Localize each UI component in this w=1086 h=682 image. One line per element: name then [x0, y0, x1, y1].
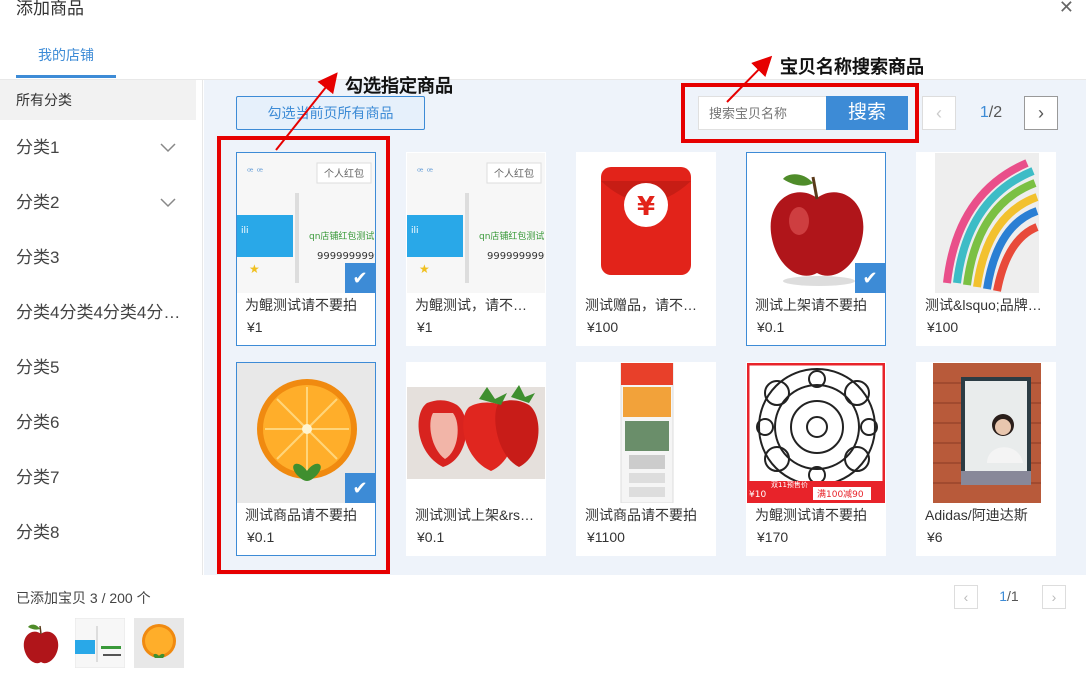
- product-card[interactable]: ✔ 测试上架请不要拍 ¥0.1: [746, 152, 886, 346]
- product-image: ꟹ ꟹ 个人红包 ili qn店铺红包测试 9999999999 ★: [407, 153, 545, 293]
- sidebar-item-label: 分类2: [16, 193, 60, 212]
- thumb-text: ¥10: [749, 490, 766, 500]
- sidebar-item-label: 分类3: [16, 248, 60, 267]
- footer-page-indicator: 1/1: [984, 588, 1034, 604]
- sidebar-item-category-3[interactable]: 分类3: [0, 230, 202, 285]
- prev-page-button[interactable]: ‹: [922, 96, 956, 130]
- thumb-text: ꟹ ꟹ: [417, 167, 434, 178]
- sidebar-item-label: 分类4分类4分类4分类4: [16, 303, 188, 322]
- footer-page-current: 1: [999, 588, 1008, 604]
- thumb-text: 双11预售价: [771, 480, 808, 489]
- category-sidebar: 所有分类 分类1 分类2 分类3 分类4分类4分类4分类4 分类5 分类6 分类…: [0, 80, 203, 575]
- sidebar-item-category-8[interactable]: 分类8: [0, 505, 202, 560]
- thumb-text: 满100减90: [817, 488, 864, 500]
- annotation-box-search: [681, 83, 919, 143]
- product-card[interactable]: Adidas/阿迪达斯 ¥6: [916, 362, 1056, 556]
- sidebar-item-category-6[interactable]: 分类6: [0, 395, 202, 450]
- next-page-button[interactable]: ›: [1024, 96, 1058, 130]
- sidebar-item-label: 分类1: [16, 138, 60, 157]
- product-card[interactable]: 测试测试上架&rsquo; ¥0.1: [406, 362, 546, 556]
- product-card[interactable]: 测试&lsquo;品牌测试 ¥100: [916, 152, 1056, 346]
- thumb-text: qn店铺红包测试: [479, 230, 544, 242]
- product-name: 测试商品请不要拍: [585, 507, 697, 523]
- tab-my-store[interactable]: 我的店铺: [16, 32, 116, 78]
- product-card[interactable]: 双11预售价 ¥10 满100减90 为鲲测试请不要拍 ¥170: [746, 362, 886, 556]
- product-image: ¥: [577, 153, 715, 293]
- sidebar-item-category-5[interactable]: 分类5: [0, 340, 202, 395]
- product-price: ¥0.1: [757, 319, 785, 335]
- product-name: 为鲲测试，请不要拍: [415, 297, 539, 313]
- product-card[interactable]: 测试商品请不要拍 ¥1100: [576, 362, 716, 556]
- svg-text:★: ★: [419, 262, 430, 276]
- added-count: 已添加宝贝 3 / 200 个: [16, 590, 151, 606]
- added-thumb-orange[interactable]: [134, 618, 184, 668]
- page-total: /2: [988, 104, 1003, 121]
- product-card[interactable]: ¥ 测试赠品，请不要拍 ¥100: [576, 152, 716, 346]
- product-name: 测试&lsquo;品牌测试: [925, 297, 1049, 313]
- product-image: 双11预售价 ¥10 满100减90: [747, 363, 885, 503]
- footer-next-page-button[interactable]: ›: [1042, 585, 1066, 609]
- footer-page-total: /1: [1007, 588, 1019, 604]
- product-price: ¥0.1: [417, 529, 445, 545]
- product-card[interactable]: ꟹ ꟹ 个人红包 ili qn店铺红包测试 9999999999 ★ 为鲲测试，…: [406, 152, 546, 346]
- thumb-text: ¥: [637, 192, 655, 222]
- thumb-text: 9999999999: [487, 251, 545, 262]
- added-thumb-red-packet[interactable]: [75, 618, 125, 668]
- product-image: [577, 363, 715, 503]
- chevron-down-icon[interactable]: [160, 175, 176, 230]
- dialog-title: 添加商品: [16, 0, 84, 18]
- product-name: 测试测试上架&rsquo;: [415, 507, 539, 523]
- page-indicator: 1/2: [968, 96, 1014, 130]
- sidebar-item-label: 分类6: [16, 413, 60, 432]
- product-name: 测试赠品，请不要拍: [585, 297, 709, 313]
- annotation-select-label: 勾选指定商品: [345, 76, 453, 97]
- select-page-all-button[interactable]: 勾选当前页所有商品: [236, 96, 425, 130]
- annotation-search-label: 宝贝名称搜索商品: [780, 57, 924, 78]
- product-image: [407, 363, 545, 503]
- sidebar-item-label: 分类8: [16, 523, 60, 542]
- sidebar-item-label: 分类7: [16, 468, 60, 487]
- sidebar-item-category-1[interactable]: 分类1: [0, 120, 202, 175]
- page-current: 1: [979, 104, 989, 121]
- product-image: [917, 363, 1055, 503]
- close-icon[interactable]: ✕: [1059, 0, 1074, 18]
- add-product-dialog: 添加商品 ✕ 我的店铺 所有分类 分类1 分类2 分类3 分类4分类4分类4分类…: [0, 0, 1086, 682]
- footer-prev-page-button[interactable]: ‹: [954, 585, 978, 609]
- sidebar-item-all-categories[interactable]: 所有分类: [0, 80, 196, 120]
- annotation-box-select: [217, 136, 390, 574]
- thumb-text: ili: [411, 226, 419, 236]
- sidebar-item-category-7[interactable]: 分类7: [0, 450, 202, 505]
- product-price: ¥100: [587, 319, 619, 335]
- product-name: Adidas/阿迪达斯: [925, 507, 1028, 523]
- product-price: ¥6: [927, 529, 943, 545]
- sidebar-item-category-4[interactable]: 分类4分类4分类4分类4: [0, 285, 202, 340]
- product-name: 为鲲测试请不要拍: [755, 507, 867, 523]
- product-price: ¥1100: [587, 529, 625, 545]
- product-name: 测试上架请不要拍: [755, 297, 867, 313]
- chevron-down-icon[interactable]: [160, 120, 176, 175]
- sidebar-item-category-2[interactable]: 分类2: [0, 175, 202, 230]
- product-price: ¥1: [417, 319, 433, 335]
- product-price: ¥170: [757, 529, 789, 545]
- sidebar-item-label: 分类5: [16, 358, 60, 377]
- thumb-text: 个人红包: [494, 167, 534, 180]
- product-image: [917, 153, 1055, 293]
- added-thumb-apple[interactable]: [16, 618, 66, 668]
- product-price: ¥100: [927, 319, 959, 335]
- checkmark-icon: ✔: [855, 263, 885, 293]
